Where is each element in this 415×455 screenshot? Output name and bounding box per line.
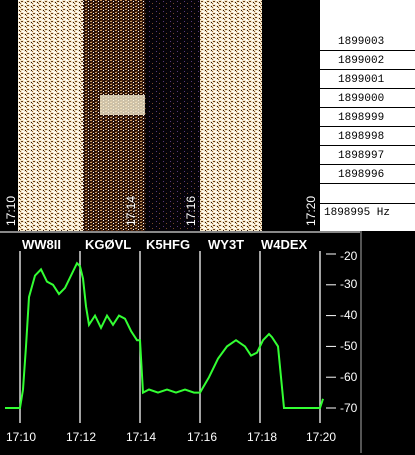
freq-label: 1898995 Hz: [324, 207, 391, 219]
y-tick-label: -30: [340, 277, 358, 291]
freq-tick: [320, 50, 415, 51]
y-tick-label: -50: [340, 339, 358, 353]
x-tick-label: 17:20: [306, 430, 337, 444]
freq-label: 1899002: [338, 55, 385, 67]
freq-tick: [320, 145, 415, 146]
y-tick-label: -60: [340, 370, 358, 384]
freq-tick: [320, 69, 415, 70]
freq-tick: [320, 126, 415, 127]
signal-plot[interactable]: WW8II KGØVL K5HFG WY3T W4DEX -20 -30 -40…: [0, 231, 415, 453]
waterfall-time-label: 17:20: [304, 195, 318, 226]
freq-tick: [320, 183, 415, 184]
waterfall-display[interactable]: 17:10 17:14 17:16 17:20: [0, 0, 318, 231]
x-tick-label: 17:10: [6, 430, 37, 444]
x-tick-label: 17:18: [247, 430, 278, 444]
freq-tick: [320, 203, 415, 204]
freq-label: 1898999: [338, 112, 385, 124]
callsign-label: KGØVL: [85, 237, 132, 252]
y-tick-label: -20: [340, 249, 358, 263]
waterfall-time-label: 17:16: [184, 195, 198, 226]
callsign-label: W4DEX: [261, 237, 308, 252]
frequency-scale: 1899003 1899002 1899001 1899000 1898999 …: [318, 0, 415, 231]
waterfall-time-label: 17:14: [124, 195, 138, 226]
freq-tick: [320, 88, 415, 89]
x-tick-label: 17:12: [66, 430, 97, 444]
freq-label: 1898997: [338, 150, 385, 162]
y-tick-label: -40: [340, 308, 358, 322]
freq-label: 1899003: [338, 36, 385, 48]
x-tick-label: 17:14: [126, 430, 157, 444]
waterfall-time-label: 17:10: [4, 195, 18, 226]
signal-trace: [5, 261, 324, 409]
freq-label: 1899001: [338, 74, 385, 86]
callsign-label: K5HFG: [146, 237, 191, 252]
signal-chart: [5, 251, 336, 423]
waterfall-image: [0, 0, 318, 231]
freq-tick: [320, 164, 415, 165]
callsign-label: WW8II: [22, 237, 61, 252]
y-tick-label: -70: [340, 401, 358, 415]
freq-tick: [320, 107, 415, 108]
freq-label: 1898998: [338, 131, 385, 143]
callsign-label: WY3T: [208, 237, 245, 252]
freq-label: 1898996: [338, 169, 385, 181]
right-panel: [360, 231, 415, 453]
freq-label: 1899000: [338, 93, 385, 105]
x-tick-label: 17:16: [187, 430, 218, 444]
